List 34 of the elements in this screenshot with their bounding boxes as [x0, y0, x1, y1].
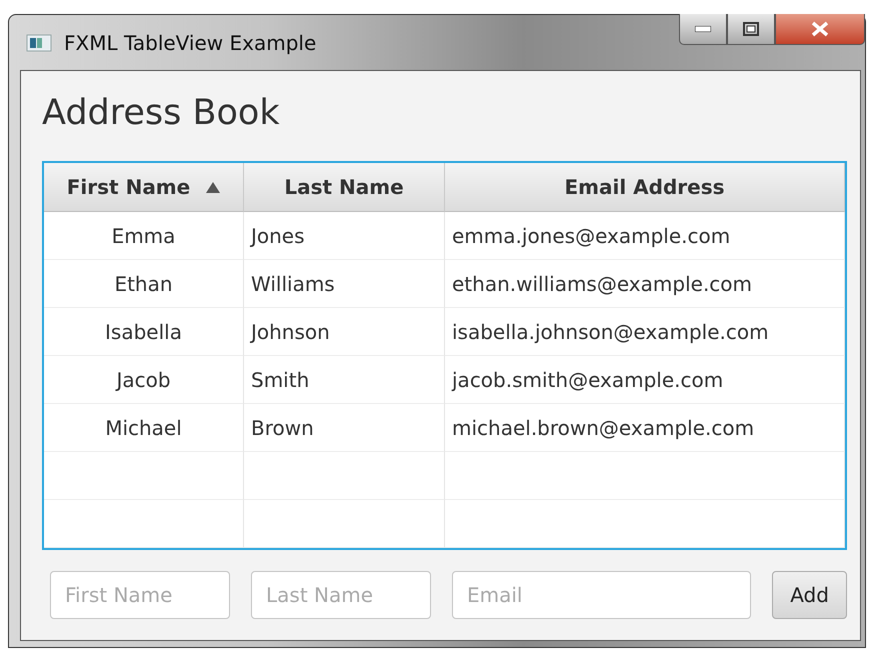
table-cell: Smith — [244, 356, 445, 404]
app-icon — [26, 32, 52, 52]
column-header[interactable]: Last Name — [244, 163, 445, 212]
table-cell: jacob.smith@example.com — [445, 356, 845, 404]
table-cell: Jacob — [44, 356, 244, 404]
maximize-button[interactable] — [727, 14, 775, 45]
table-cell: Brown — [244, 404, 445, 452]
table-cell: michael.brown@example.com — [445, 404, 845, 452]
column-header[interactable]: Email Address — [445, 163, 845, 212]
table-cell: Isabella — [44, 308, 244, 356]
text-field[interactable]: Last Name — [251, 571, 431, 619]
table-cell: Jones — [244, 212, 445, 260]
column-header[interactable]: First Name — [44, 163, 244, 212]
table-cell: Johnson — [244, 308, 445, 356]
window-title: FXML TableView Example — [64, 30, 316, 54]
column-label: Email Address — [564, 175, 725, 199]
minimize-button[interactable] — [679, 14, 727, 45]
table-cell: emma.jones@example.com — [445, 212, 845, 260]
table-cell: Emma — [44, 212, 244, 260]
add-button[interactable]: Add — [772, 571, 847, 619]
table-cell: ethan.williams@example.com — [445, 260, 845, 308]
column-label: First Name — [66, 175, 190, 199]
page-heading: Address Book — [42, 93, 281, 135]
text-field[interactable]: Email — [452, 571, 752, 619]
close-icon — [811, 21, 829, 37]
column-label: Last Name — [284, 175, 404, 199]
text-field[interactable]: First Name — [50, 571, 230, 619]
maximize-icon — [743, 22, 759, 36]
close-button[interactable] — [775, 14, 865, 45]
table-cell: Ethan — [44, 260, 244, 308]
table-cell: isabella.johnson@example.com — [445, 308, 845, 356]
minimize-icon — [695, 26, 711, 32]
table-cell: Michael — [44, 404, 244, 452]
table-cell: Williams — [244, 260, 445, 308]
